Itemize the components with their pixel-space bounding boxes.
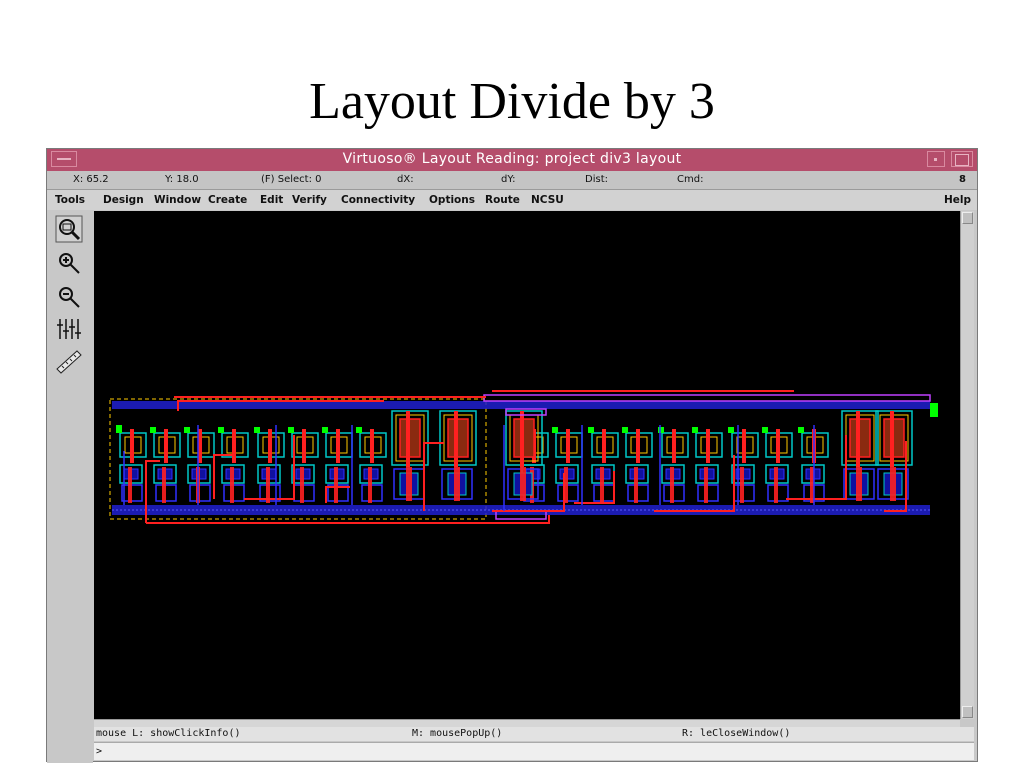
via — [322, 427, 328, 433]
via — [552, 427, 558, 433]
via — [622, 427, 628, 433]
menu-connectivity[interactable]: Connectivity — [341, 194, 415, 206]
command-prompt: > — [96, 746, 103, 757]
status-count: 8 — [959, 174, 966, 185]
cursor-y-readout: Y: 18.0 — [165, 174, 199, 185]
distance-readout: Dist: — [585, 174, 608, 185]
menu-create[interactable]: Create — [208, 194, 247, 206]
zoom-in-icon[interactable] — [55, 249, 83, 277]
virtuoso-window: Virtuoso® Layout Reading: project div3 l… — [46, 148, 978, 763]
mouse-middle-binding: M: mousePopUp() — [412, 728, 503, 739]
via — [658, 427, 664, 433]
via — [116, 425, 122, 431]
via — [798, 427, 804, 433]
menu-help[interactable]: Help — [944, 194, 971, 206]
via — [762, 427, 768, 433]
delta-y-readout: dY: — [501, 174, 516, 185]
menu-design[interactable]: Design — [103, 194, 144, 206]
menu-bar: Tools Design Window Create Edit Verify C… — [47, 190, 977, 210]
menu-window[interactable]: Window — [154, 194, 201, 206]
scroll-down-button[interactable] — [962, 706, 973, 718]
stretch-icon[interactable] — [55, 315, 83, 343]
menu-ncsu[interactable]: NCSU — [531, 194, 564, 206]
maximize-button[interactable] — [951, 151, 973, 167]
menu-options[interactable]: Options — [429, 194, 475, 206]
horizontal-scrollbar[interactable] — [94, 719, 960, 727]
coordinate-status-bar: X: 65.2 Y: 18.0 (F) Select: 0 dX: dY: Di… — [47, 171, 977, 190]
via — [692, 427, 698, 433]
menu-verify[interactable]: Verify — [292, 194, 327, 206]
selection-count: (F) Select: 0 — [261, 174, 322, 185]
zoom-out-icon[interactable] — [55, 283, 83, 311]
menu-edit[interactable]: Edit — [260, 194, 283, 206]
cursor-x-readout: X: 65.2 — [73, 174, 109, 185]
via — [728, 427, 734, 433]
scroll-up-button[interactable] — [962, 212, 973, 224]
via — [588, 427, 594, 433]
vertical-scrollbar[interactable] — [960, 211, 974, 719]
minimize-button[interactable] — [927, 151, 945, 167]
menu-tools[interactable]: Tools — [55, 194, 85, 206]
via — [150, 427, 156, 433]
metal2-bus — [483, 394, 931, 402]
via — [218, 427, 224, 433]
via — [254, 427, 260, 433]
layout-canvas[interactable] — [94, 211, 960, 719]
delta-x-readout: dX: — [397, 174, 414, 185]
via — [184, 427, 190, 433]
via — [356, 427, 362, 433]
command-readout: Cmd: — [677, 174, 704, 185]
mouse-left-binding: mouse L: showClickInfo() — [96, 728, 241, 739]
mouse-binding-bar: mouse L: showClickInfo() M: mousePopUp()… — [94, 727, 974, 741]
via — [288, 427, 294, 433]
fit-view-icon[interactable] — [55, 215, 83, 243]
ruler-icon[interactable] — [55, 347, 83, 375]
vdd-rail — [112, 401, 930, 409]
menu-route[interactable]: Route — [485, 194, 520, 206]
layout-drawing — [109, 390, 938, 524]
via — [930, 403, 938, 417]
window-title: Virtuoso® Layout Reading: project div3 l… — [342, 151, 682, 167]
window-titlebar[interactable]: Virtuoso® Layout Reading: project div3 l… — [47, 149, 977, 171]
slide-title: Layout Divide by 3 — [309, 73, 715, 130]
mouse-right-binding: R: leCloseWindow() — [682, 728, 791, 739]
tool-palette — [47, 211, 93, 763]
command-line[interactable]: > — [94, 742, 974, 760]
